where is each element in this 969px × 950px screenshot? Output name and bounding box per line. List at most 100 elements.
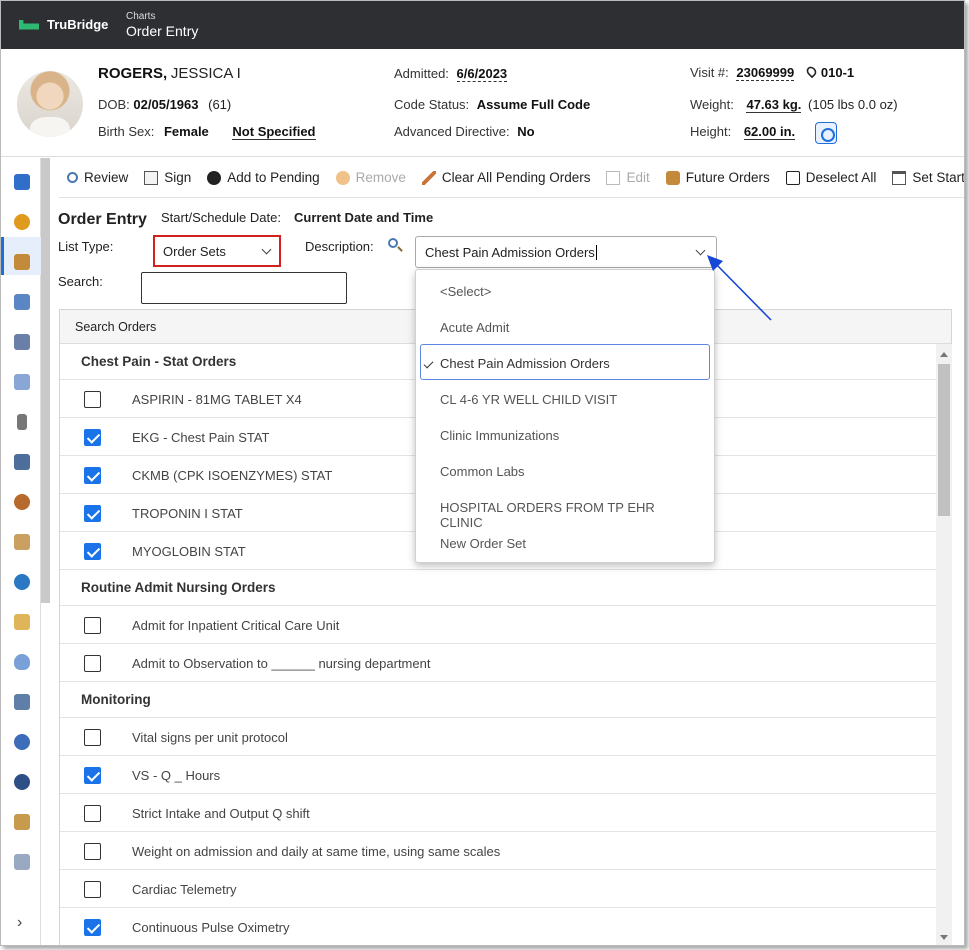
- order-row[interactable]: Admit to Observation to ______ nursing d…: [60, 644, 936, 682]
- gender-identity-link[interactable]: Not Specified: [232, 124, 316, 140]
- order-checkbox[interactable]: [84, 805, 101, 822]
- scroll-down-icon[interactable]: [940, 935, 948, 940]
- weight-link[interactable]: 47.63 kg.: [746, 97, 802, 113]
- sidebar-expand-chevron-icon[interactable]: ›: [17, 914, 22, 932]
- sidebar: ›: [1, 158, 41, 945]
- description-search-icon[interactable]: [388, 238, 398, 248]
- toolbar: Review Sign Add to Pending Remove Clear …: [59, 158, 965, 198]
- order-checkbox[interactable]: [84, 617, 101, 634]
- dropdown-option[interactable]: Common Labs: [416, 452, 714, 488]
- toolbar-clear-pending-button[interactable]: Clear All Pending Orders: [414, 170, 599, 185]
- order-group-row: Routine Admit Nursing Orders: [60, 570, 936, 606]
- patient-avatar: [17, 71, 83, 137]
- order-row[interactable]: Cardiac Telemetry: [60, 870, 936, 908]
- order-checkbox[interactable]: [84, 655, 101, 672]
- order-checkbox[interactable]: [84, 919, 101, 936]
- chart-icon[interactable]: [14, 294, 30, 310]
- height-link[interactable]: 62.00 in.: [743, 124, 796, 140]
- sex-value: Female: [163, 124, 209, 139]
- order-row[interactable]: Admit for Inpatient Critical Care Unit: [60, 606, 936, 644]
- order-checkbox[interactable]: [84, 729, 101, 746]
- order-label: Weight on admission and daily at same ti…: [132, 844, 501, 859]
- search-input[interactable]: [141, 272, 347, 304]
- first-aid-icon[interactable]: [14, 614, 30, 630]
- weight-label: Weight:: [690, 97, 734, 112]
- lab-flask-icon[interactable]: [14, 654, 30, 670]
- edit-icon: [606, 170, 621, 185]
- order-label: TROPONIN I STAT: [132, 506, 243, 521]
- order-checkbox[interactable]: [84, 843, 101, 860]
- scroll-thumb[interactable]: [938, 364, 950, 516]
- trubridge-logo[interactable]: TruBridge: [19, 17, 108, 32]
- top-bar: TruBridge Charts Order Entry: [1, 1, 964, 49]
- device-icon[interactable]: [17, 414, 27, 430]
- help-icon[interactable]: [14, 734, 30, 750]
- order-label: Continuous Pulse Oximetry: [132, 920, 290, 935]
- visit-row: Visit #: 23069999 010-1: [690, 64, 854, 81]
- records-icon[interactable]: [14, 454, 30, 470]
- sex-row: Birth Sex: Female Not Specified: [98, 124, 316, 140]
- dropdown-option[interactable]: CL 4-6 YR WELL CHILD VISIT: [416, 380, 714, 416]
- list-type-label: List Type:: [58, 239, 114, 254]
- dropdown-option[interactable]: HOSPITAL ORDERS FROM TP EHR CLINIC: [416, 488, 714, 530]
- order-checkbox[interactable]: [84, 467, 101, 484]
- admitted-date-link[interactable]: 6/6/2023: [456, 66, 508, 82]
- toolbar-remove-button[interactable]: Remove: [328, 170, 414, 185]
- pharmacy-icon[interactable]: [14, 694, 30, 710]
- check-icon[interactable]: [14, 774, 30, 790]
- toolbar-edit-button[interactable]: Edit: [598, 170, 657, 185]
- toolbar-future-orders-button[interactable]: Future Orders: [658, 170, 778, 185]
- toolbar-edit-label: Edit: [626, 170, 650, 185]
- order-row[interactable]: Vital signs per unit protocol: [60, 718, 936, 756]
- globe-icon[interactable]: [14, 574, 30, 590]
- documents-icon[interactable]: [14, 374, 30, 390]
- dropdown-option[interactable]: Chest Pain Admission Orders: [420, 344, 710, 380]
- dropdown-option[interactable]: <Select>: [416, 272, 714, 308]
- description-select[interactable]: Chest Pain Admission Orders: [415, 236, 717, 268]
- order-checkbox[interactable]: [84, 391, 101, 408]
- vitals-scale-icon[interactable]: [815, 122, 837, 144]
- staff-icon[interactable]: [14, 534, 30, 550]
- scroll-up-icon[interactable]: [940, 352, 948, 357]
- orders-icon[interactable]: [14, 254, 30, 270]
- text-cursor: [595, 245, 597, 260]
- toolbar-set-start-label: Set Start/Sche: [912, 170, 965, 185]
- toolbar-review-label: Review: [84, 170, 129, 185]
- user-orders-icon[interactable]: [14, 814, 30, 830]
- order-label: Strict Intake and Output Q shift: [132, 806, 310, 821]
- directive-label: Advanced Directive:: [394, 124, 510, 139]
- dropdown-option[interactable]: New Order Set: [416, 524, 714, 560]
- list-type-select[interactable]: Order Sets: [153, 235, 281, 267]
- breadcrumb-parent[interactable]: Charts: [126, 11, 198, 22]
- meds-icon[interactable]: [14, 334, 30, 350]
- dropdown-option-label: Acute Admit: [440, 320, 510, 335]
- sign-pen-icon: [144, 170, 159, 185]
- order-row[interactable]: VS - Q _ Hours: [60, 756, 936, 794]
- dropdown-option[interactable]: Acute Admit: [416, 308, 714, 344]
- summary-icon[interactable]: [14, 174, 30, 190]
- alert-icon[interactable]: [14, 214, 30, 230]
- notes-icon[interactable]: [14, 854, 30, 870]
- toolbar-sign-button[interactable]: Sign: [136, 170, 199, 185]
- toolbar-deselect-all-button[interactable]: Deselect All: [778, 170, 885, 185]
- order-checkbox[interactable]: [84, 505, 101, 522]
- toolbar-add-pending-button[interactable]: Add to Pending: [199, 170, 327, 185]
- orders-scrollbar[interactable]: [936, 344, 952, 945]
- order-checkbox[interactable]: [84, 881, 101, 898]
- order-label: Admit for Inpatient Critical Care Unit: [132, 618, 340, 633]
- provider-icon[interactable]: [14, 494, 30, 510]
- toolbar-set-start-button[interactable]: Set Start/Sche: [884, 170, 965, 185]
- order-row[interactable]: Weight on admission and daily at same ti…: [60, 832, 936, 870]
- order-checkbox[interactable]: [84, 543, 101, 560]
- description-value: Chest Pain Admission Orders: [425, 245, 595, 260]
- order-checkbox[interactable]: [84, 767, 101, 784]
- order-row[interactable]: Continuous Pulse Oximetry: [60, 908, 936, 945]
- visit-number-link[interactable]: 23069999: [736, 65, 795, 81]
- description-dropdown: <Select> Acute Admit Chest Pain Admission …: [415, 269, 715, 563]
- toolbar-review-button[interactable]: Review: [59, 170, 136, 185]
- order-row[interactable]: Strict Intake and Output Q shift: [60, 794, 936, 832]
- dropdown-option[interactable]: Clinic Immunizations: [416, 416, 714, 452]
- order-label: EKG - Chest Pain STAT: [132, 430, 270, 445]
- sidebar-scrollbar[interactable]: [41, 158, 50, 603]
- order-checkbox[interactable]: [84, 429, 101, 446]
